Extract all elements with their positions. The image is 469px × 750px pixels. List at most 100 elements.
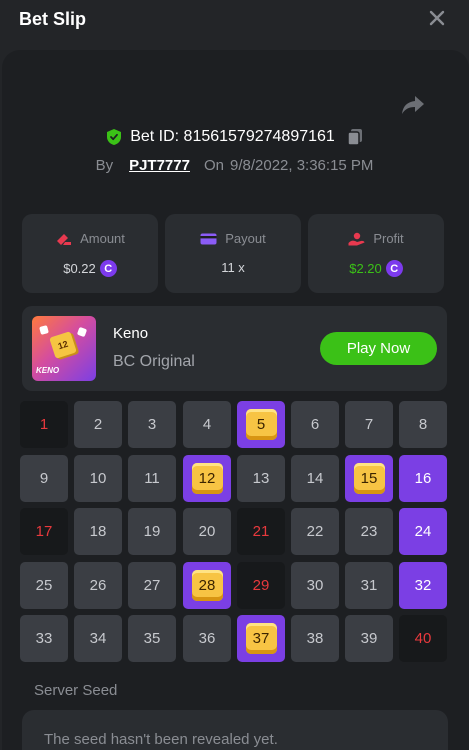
keno-cell-2: 2	[74, 401, 122, 448]
keno-cell-33: 33	[20, 615, 68, 662]
gem-icon: 12	[191, 463, 223, 494]
keno-cell-number: 18	[89, 523, 107, 540]
keno-cell-number: 16	[414, 470, 432, 487]
gem-icon: 15	[353, 463, 385, 494]
on-label: On	[203, 156, 224, 174]
header: Bet Slip	[0, 0, 469, 40]
game-name: Keno	[113, 325, 149, 342]
keno-cell-number: 25	[35, 577, 53, 594]
keno-cell-number: 9	[39, 470, 49, 487]
bet-id-row: Bet ID: 81561579274897161	[0, 126, 469, 148]
keno-cell-29: 29	[237, 562, 285, 609]
keno-cube-icon: 12	[49, 331, 77, 359]
gem-icon: 5	[245, 409, 277, 440]
server-seed-box: The seed hasn't been revealed yet.	[22, 710, 448, 750]
keno-cell-4: 4	[183, 401, 231, 448]
coin-icon: C	[385, 260, 403, 277]
keno-cell-number: 35	[143, 630, 161, 647]
keno-cell-number: 36	[198, 630, 216, 647]
keno-cell-number: 10	[89, 470, 107, 487]
keno-cell-5: 5	[237, 401, 285, 448]
keno-cell-31: 31	[345, 562, 393, 609]
server-seed-text: The seed hasn't been revealed yet.	[44, 731, 278, 748]
keno-cell-number: 1	[39, 416, 49, 433]
keno-logo: KENO	[36, 366, 60, 375]
keno-cell-number: 6	[310, 416, 320, 433]
keno-cell-number: 20	[198, 523, 216, 540]
share-icon[interactable]	[401, 94, 425, 116]
keno-cell-number: 31	[360, 577, 378, 594]
keno-cell-number: 33	[35, 630, 53, 647]
amount-icon	[57, 233, 72, 245]
keno-cell-17: 17	[20, 508, 68, 555]
keno-cell-number: 14	[306, 470, 324, 487]
bet-stats: Amount $0.22 C Payout 11 x Profit $2.20 …	[22, 214, 444, 293]
keno-cell-35: 35	[128, 615, 176, 662]
keno-cell-number: 34	[89, 630, 107, 647]
gem-icon: 37	[245, 623, 277, 654]
close-icon[interactable]	[427, 8, 447, 28]
keno-cell-number: 3	[147, 416, 157, 433]
keno-cell-23: 23	[345, 508, 393, 555]
game-card: 12 KENO Keno BC Original Play Now	[22, 306, 447, 391]
bet-date: 9/8/2022, 3:36:15 PM	[229, 156, 374, 174]
keno-cell-39: 39	[345, 615, 393, 662]
keno-cell-number: 4	[202, 416, 212, 433]
keno-cell-25: 25	[20, 562, 68, 609]
keno-cell-number: 26	[89, 577, 107, 594]
keno-cell-number: 11	[144, 470, 160, 487]
keno-cell-38: 38	[291, 615, 339, 662]
payout-label: Payout	[225, 231, 266, 246]
keno-cell-6: 6	[291, 401, 339, 448]
server-seed-label: Server Seed	[34, 682, 118, 699]
copy-icon[interactable]	[347, 128, 363, 146]
keno-cell-number: 21	[252, 523, 270, 540]
page-title: Bet Slip	[19, 9, 87, 29]
keno-cell-number: 24	[414, 523, 432, 540]
bet-id: Bet ID: 81561579274897161	[130, 128, 335, 145]
keno-cell-number: 7	[364, 416, 374, 433]
keno-cell-7: 7	[345, 401, 393, 448]
keno-cell-20: 20	[183, 508, 231, 555]
keno-cell-36: 36	[183, 615, 231, 662]
keno-cell-number: 29	[252, 577, 270, 594]
amount-label: Amount	[80, 231, 125, 246]
play-now-button[interactable]: Play Now	[320, 332, 437, 365]
keno-cell-34: 34	[74, 615, 122, 662]
keno-cell-number: 39	[360, 630, 378, 647]
keno-cell-28: 28	[183, 562, 231, 609]
keno-cell-3: 3	[128, 401, 176, 448]
shield-check-icon	[107, 129, 122, 145]
amount-value: $0.22	[63, 261, 96, 276]
payout-value: 11 x	[221, 260, 245, 275]
keno-cell-13: 13	[237, 455, 285, 502]
keno-cell-14: 14	[291, 455, 339, 502]
stat-amount: Amount $0.22 C	[22, 214, 158, 293]
keno-cell-16: 16	[399, 455, 447, 502]
keno-cell-9: 9	[20, 455, 68, 502]
keno-cell-number: 13	[252, 470, 270, 487]
keno-cell-19: 19	[128, 508, 176, 555]
keno-cell-number: 23	[360, 523, 378, 540]
keno-cell-26: 26	[74, 562, 122, 609]
keno-cell-number: 30	[306, 577, 324, 594]
keno-thumbnail[interactable]: 12 KENO	[32, 316, 96, 381]
stat-profit: Profit $2.20 C	[308, 214, 444, 293]
keno-cell-8: 8	[399, 401, 447, 448]
keno-cell-number: 22	[306, 523, 324, 540]
wallet-icon	[200, 233, 217, 244]
gem-icon: 28	[191, 570, 223, 601]
keno-cell-18: 18	[74, 508, 122, 555]
keno-cell-32: 32	[399, 562, 447, 609]
keno-cell-1: 1	[20, 401, 68, 448]
keno-cell-27: 27	[128, 562, 176, 609]
keno-cell-37: 37	[237, 615, 285, 662]
keno-cell-number: 32	[414, 577, 432, 594]
keno-cell-21: 21	[237, 508, 285, 555]
profit-label: Profit	[373, 231, 404, 246]
user-link[interactable]: PJT7777	[129, 157, 190, 174]
stat-payout: Payout 11 x	[165, 214, 301, 293]
keno-cell-number: 17	[35, 523, 53, 540]
keno-cell-11: 11	[128, 455, 176, 502]
keno-cell-10: 10	[74, 455, 122, 502]
